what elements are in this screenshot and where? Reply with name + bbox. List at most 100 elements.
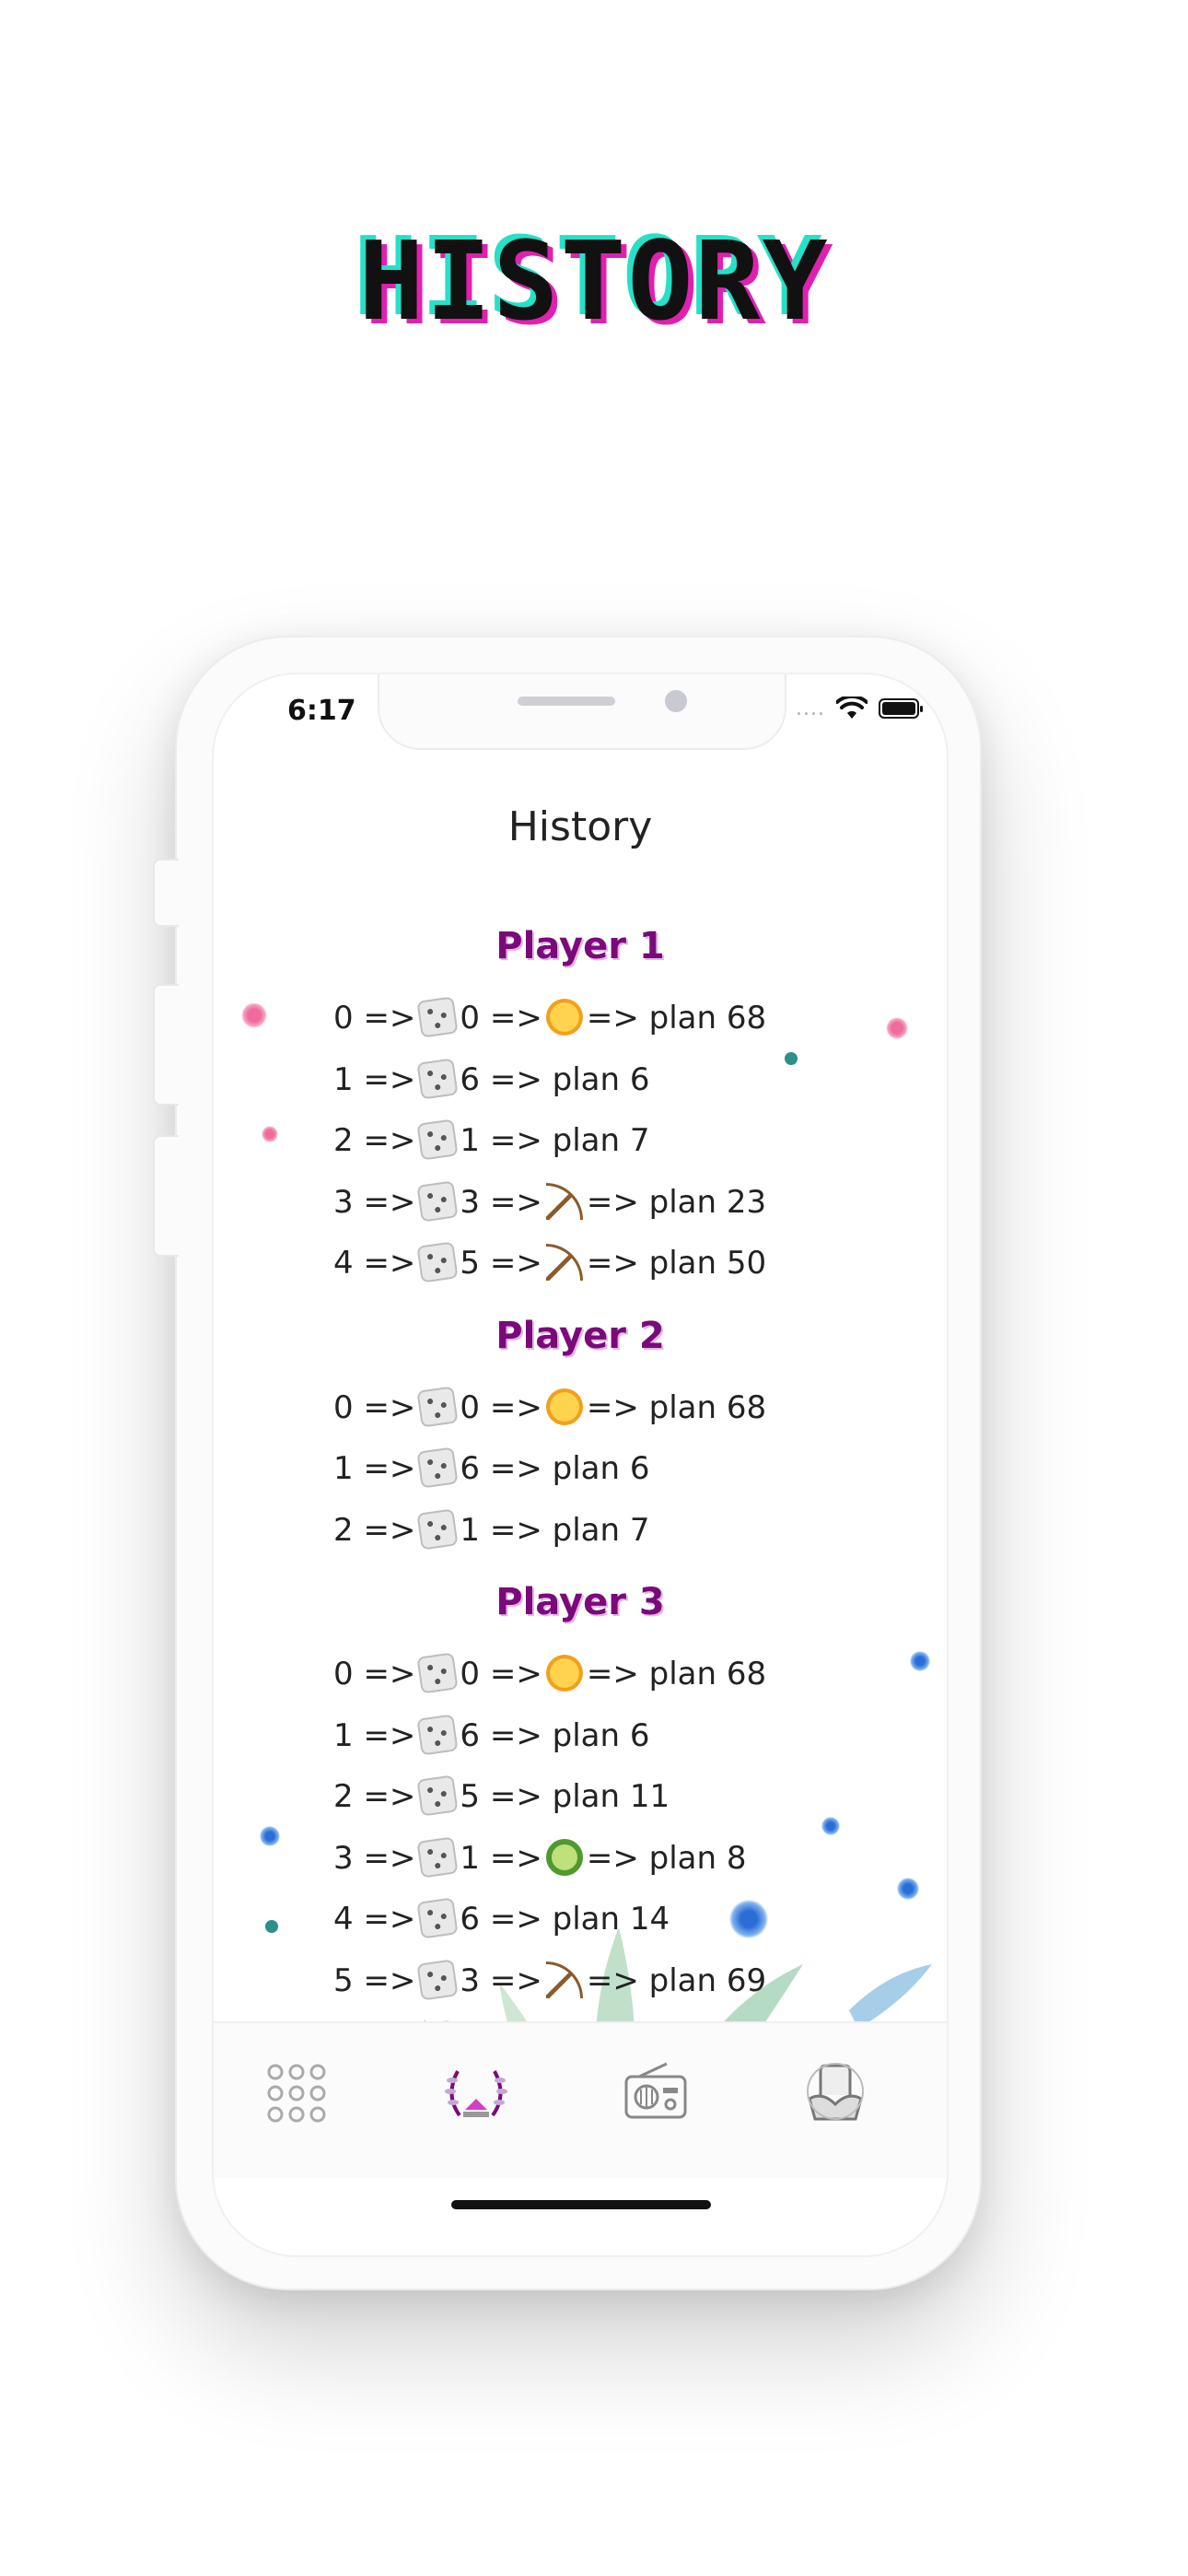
tab-radio[interactable] <box>619 2056 693 2130</box>
sun-icon <box>545 999 583 1036</box>
plan-result: plan 6 <box>552 1450 650 1487</box>
start-position: 4 => <box>333 1245 416 1282</box>
plan-result: plan 6 <box>552 1060 650 1098</box>
dice-roll: 0 => <box>460 1656 542 1692</box>
plan-result: plan 7 <box>552 1511 650 1549</box>
snake-icon <box>545 1838 583 1876</box>
dice-roll: 0 => <box>460 1388 542 1426</box>
signal-dots: .... <box>796 697 825 720</box>
phone-screen: 6:17 .... History Player 1 0 => 0 => => … <box>212 673 949 2257</box>
history-row: 3 => 3 => => plan 23 <box>214 1172 947 1234</box>
plan-result: plan 11 <box>552 1778 670 1815</box>
dice-icon <box>416 1118 460 1161</box>
radio-icon <box>624 2062 687 2119</box>
player-header: Player 2 <box>495 1314 665 1357</box>
dice-roll: 6 => <box>460 1060 542 1098</box>
phone-frame: 6:17 .... History Player 1 0 => 0 => => … <box>153 636 982 2290</box>
start-position: 2 => <box>333 1778 416 1815</box>
dice-roll: 0 => <box>460 1000 542 1036</box>
dice-roll: 5 => <box>460 1245 542 1282</box>
dice-icon <box>416 1835 460 1879</box>
start-position: 0 => <box>333 1000 416 1036</box>
dice-roll: 1 => <box>460 1839 542 1877</box>
start-position: 4 => <box>333 1901 416 1938</box>
dice-icon <box>416 1179 460 1223</box>
history-row: 0 => 0 => => plan 68 <box>214 1644 947 1705</box>
history-row: 5 => 3 => => plan 69 <box>214 1950 947 2012</box>
sun-icon <box>545 1655 583 1692</box>
dice-icon <box>416 1446 460 1489</box>
history-row: 2 => 1 => plan 7 <box>214 1500 947 1562</box>
history-row: 6 =>1 => plan 70 <box>214 2011 947 2021</box>
dice-roll: 5 => <box>460 1778 542 1815</box>
dice-icon <box>416 1897 460 1939</box>
start-position: 2 => <box>333 1511 416 1549</box>
notch <box>378 674 786 750</box>
status-icons: .... <box>796 697 923 720</box>
start-position: 1 => <box>333 1716 416 1754</box>
dice-roll: 1 => <box>460 1511 542 1549</box>
start-position: 3 => <box>333 1839 416 1877</box>
player-header: Player 3 <box>495 1581 665 1623</box>
tab-community[interactable] <box>798 2056 872 2130</box>
plan-result: plan 7 <box>552 1122 650 1159</box>
history-row: 1 => 6 => plan 6 <box>214 1438 947 1500</box>
sun-icon <box>545 1388 583 1425</box>
plan-result: plan 14 <box>552 1901 670 1938</box>
plan-result: => plan 68 <box>586 1000 767 1036</box>
tab-history[interactable] <box>439 2056 513 2130</box>
start-position: 3 => <box>333 1183 416 1221</box>
banner-title: HISTORY <box>358 217 830 345</box>
history-row: 0 => 0 => => plan 68 <box>214 1377 947 1439</box>
plan-result: => plan 8 <box>586 1839 747 1877</box>
mute-switch <box>153 859 179 927</box>
wifi-icon <box>836 697 868 719</box>
speaker-grille <box>518 697 615 706</box>
plan-result: => plan 68 <box>586 1656 767 1692</box>
status-time: 6:17 <box>287 695 356 727</box>
dice-roll: 6 => <box>460 1716 542 1754</box>
grid-menu-icon <box>267 2064 326 2123</box>
player-header: Player 1 <box>495 925 665 967</box>
start-position: 1 => <box>333 1060 416 1098</box>
dice-icon <box>416 1057 460 1100</box>
dice-roll: 6 => <box>460 1450 542 1487</box>
history-list[interactable]: Player 1 0 => 0 => => plan 68 1 => 6 => plan … <box>214 905 947 2021</box>
history-row: 4 => 6 => plan 14 <box>214 1889 947 1950</box>
dice-icon <box>416 1241 460 1283</box>
start-position: 1 => <box>333 1450 416 1487</box>
screen-title: History <box>507 803 653 850</box>
dice-icon <box>416 1774 460 1817</box>
plan-result: => plan 23 <box>586 1183 767 1221</box>
history-row: 2 => 5 => plan 11 <box>214 1766 947 1828</box>
plan-result: => plan 69 <box>586 1961 767 1999</box>
tab-grid[interactable] <box>260 2056 333 2130</box>
history-row: 1 => 6 => plan 6 <box>214 1049 947 1111</box>
dice-icon <box>416 1958 460 2001</box>
dice-roll: 6 => <box>460 1901 542 1938</box>
helping-hands-icon <box>807 2063 864 2121</box>
dice-icon <box>416 1713 460 1756</box>
history-row: 0 => 0 => => plan 68 <box>214 988 947 1049</box>
tab-bar <box>214 2021 947 2178</box>
history-row: 1 => 6 => plan 6 <box>214 1705 947 1767</box>
dice-icon <box>416 1385 460 1428</box>
plan-result: => plan 68 <box>586 1388 767 1426</box>
start-position: 5 => <box>333 1961 416 1999</box>
volume-down-button <box>153 1135 179 1257</box>
history-row: 3 => 1 => => plan 8 <box>214 1828 947 1890</box>
dice-roll: 1 => <box>460 1122 542 1159</box>
start-position: 2 => <box>333 1122 416 1159</box>
history-row: 2 => 1 => plan 7 <box>214 1110 947 1172</box>
bow-icon <box>545 1244 583 1281</box>
dice-icon <box>416 996 460 1038</box>
start-position: 0 => <box>333 1656 416 1692</box>
history-row: 4 => 5 => => plan 50 <box>214 1233 947 1294</box>
plan-result: => plan 50 <box>586 1245 767 1282</box>
plan-result: plan 6 <box>552 1716 650 1754</box>
laurel-wreath-icon <box>445 2070 507 2117</box>
start-position: 0 => <box>333 1388 416 1426</box>
bow-icon <box>545 1182 583 1220</box>
volume-up-button <box>153 984 179 1106</box>
home-indicator[interactable] <box>451 2200 711 2209</box>
